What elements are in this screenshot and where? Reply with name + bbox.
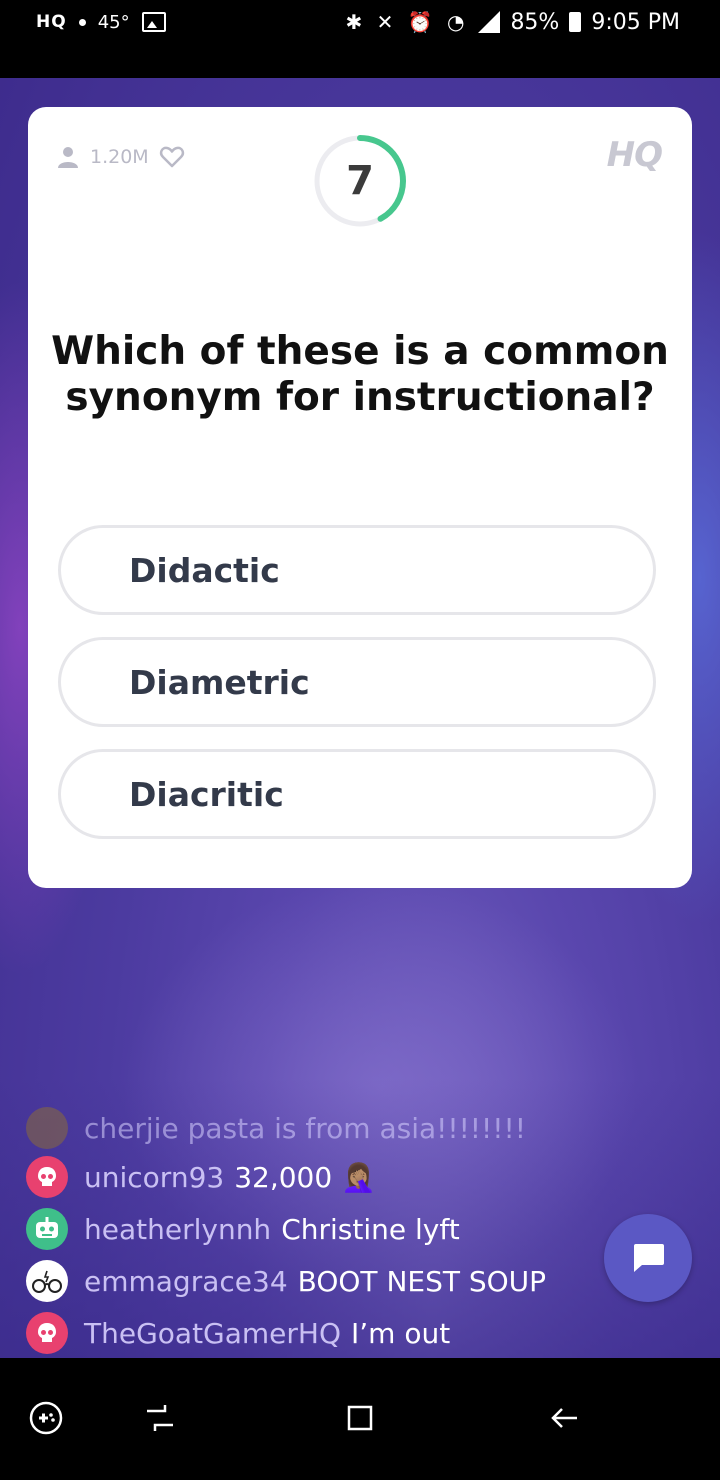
status-right: ✱ ✕ ⏰ ◔ 85% 9:05 PM [345, 0, 680, 44]
battery-percent: 85% [510, 9, 560, 35]
robot-icon [36, 1217, 58, 1238]
answer-option-3[interactable]: Diacritic [58, 749, 656, 839]
user-avatar[interactable] [26, 1107, 68, 1149]
chat-message: TheGoatGamerHQ I’m out [26, 1311, 450, 1355]
chat-username[interactable]: TheGoatGamerHQ [84, 1317, 341, 1350]
location-dot-icon [78, 18, 86, 26]
answer-label: Diametric [129, 662, 310, 702]
status-bar: HQ 45° ✱ ✕ ⏰ ◔ 85% 9:05 PM [0, 0, 720, 44]
glasses-icon [32, 1270, 62, 1293]
image-icon [141, 12, 166, 32]
chat-text: BOOT NEST SOUP [297, 1264, 547, 1298]
user-avatar[interactable] [26, 1260, 68, 1302]
app-logo-status: HQ [36, 12, 67, 32]
answer-label: Diacritic [129, 774, 284, 814]
chat-username[interactable]: emmagrace34 [84, 1265, 288, 1298]
open-chat-button[interactable] [604, 1214, 692, 1302]
chat-text: 32,000 🤦🏽‍♀️ [234, 1160, 376, 1194]
viewer-count-group: 1.20M [56, 145, 185, 169]
answer-label: Didactic [129, 550, 280, 590]
question-card: 1.20M 7 HQ Which of these is a common sy… [28, 107, 692, 888]
chat-text: Christine lyft [281, 1212, 460, 1246]
heart-icon[interactable] [159, 145, 185, 169]
chat-username[interactable]: unicorn93 [84, 1161, 224, 1194]
answer-option-2[interactable]: Diametric [58, 637, 656, 727]
recent-apps-button[interactable] [130, 1388, 190, 1448]
question-text: Which of these is a common synonym for i… [51, 329, 669, 420]
home-square-icon [347, 1405, 373, 1431]
recents-icon [147, 1405, 173, 1431]
countdown-number: 7 [346, 158, 374, 204]
signal-icon [478, 11, 501, 33]
back-button[interactable] [534, 1388, 594, 1448]
chat-bubble-icon [634, 1244, 664, 1272]
chat-username[interactable]: heatherlynnh [84, 1213, 271, 1246]
battery-icon [569, 12, 582, 32]
person-icon [58, 147, 78, 168]
home-button[interactable] [330, 1388, 390, 1448]
chat-message: unicorn93 32,000 🤦🏽‍♀️ [26, 1155, 376, 1199]
system-nav-bar [0, 1358, 720, 1480]
chat-message: cherjie pasta is from asia!!!!!!!! [26, 1106, 526, 1150]
game-launcher-button[interactable] [16, 1388, 76, 1448]
answer-option-1[interactable]: Didactic [58, 525, 656, 615]
chat-text: I’m out [351, 1316, 451, 1350]
back-arrow-icon [551, 1408, 577, 1428]
viewer-count: 1.20M [90, 146, 149, 168]
chat-message: heatherlynnh Christine lyft [26, 1207, 460, 1251]
user-avatar[interactable] [26, 1208, 68, 1250]
temperature: 45° [97, 11, 130, 33]
chat-message: emmagrace34 BOOT NEST SOUP [26, 1259, 546, 1303]
skull-icon [38, 1323, 56, 1342]
skull-icon [38, 1167, 56, 1186]
user-avatar[interactable] [26, 1156, 68, 1198]
user-avatar[interactable] [26, 1312, 68, 1354]
clock: 9:05 PM [591, 9, 680, 35]
gamepad-icon [29, 1401, 63, 1435]
status-left: HQ 45° [36, 0, 166, 44]
hq-logo: HQ [606, 135, 663, 175]
status-icons: ✱ ✕ ⏰ ◔ [345, 10, 469, 34]
chat-text: cherjie pasta is from asia!!!!!!!! [84, 1111, 526, 1145]
